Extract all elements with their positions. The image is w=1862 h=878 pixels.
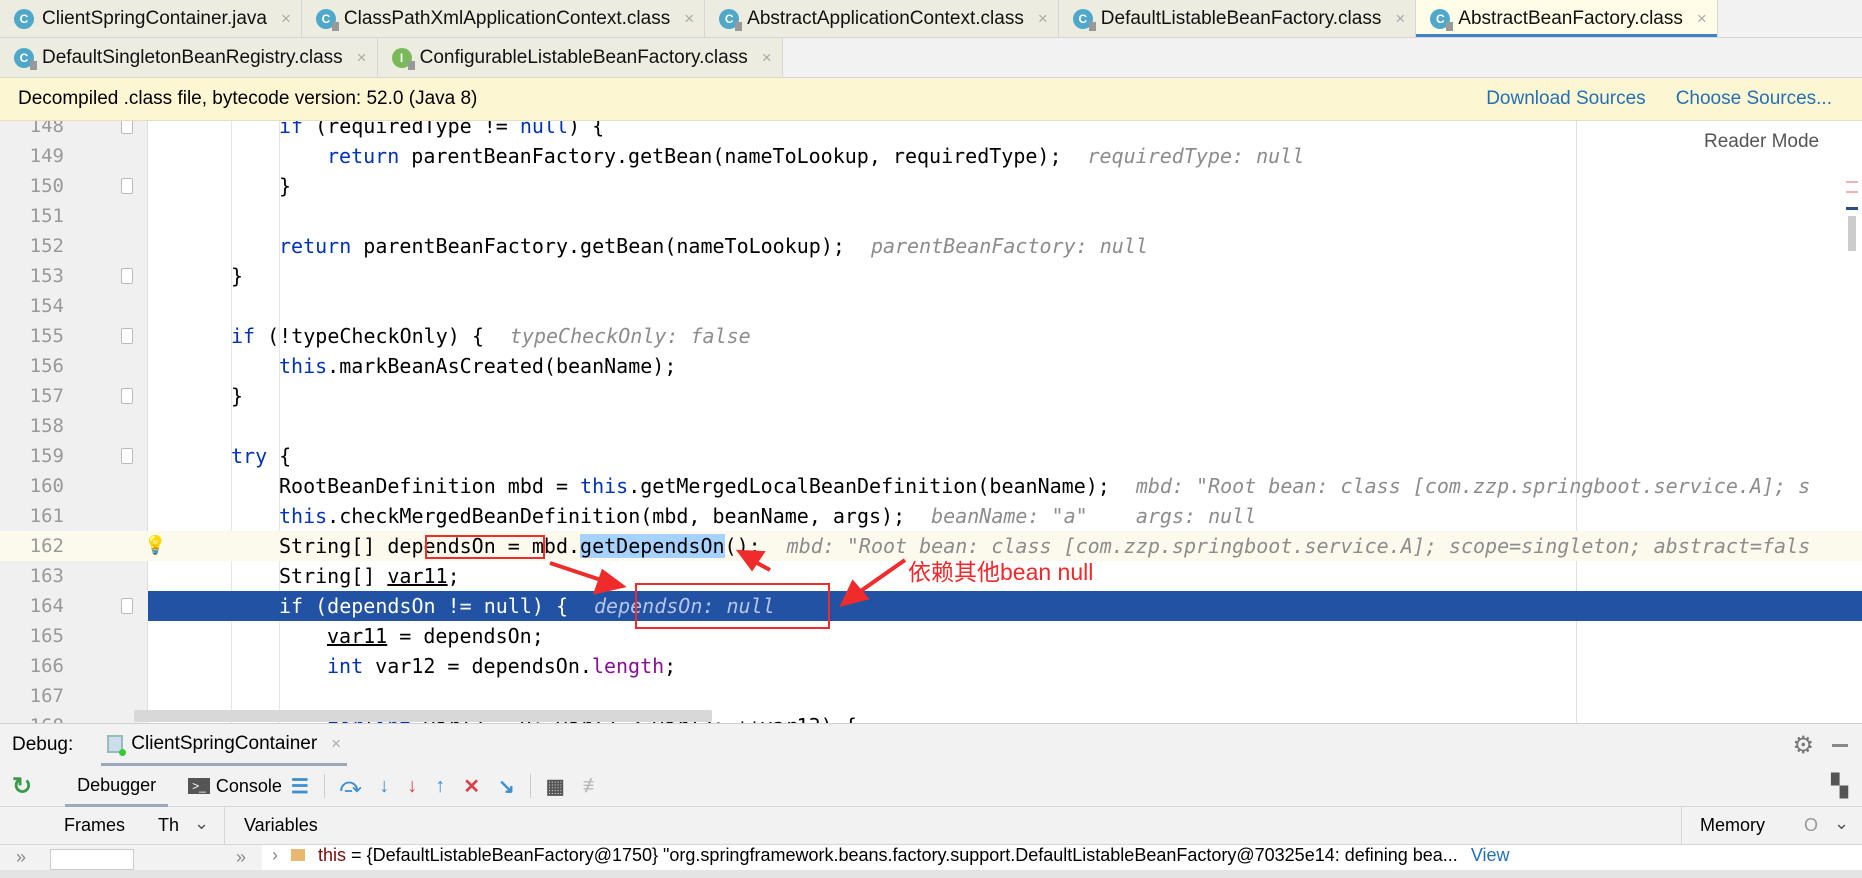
- show-execution-point-icon[interactable]: ☰: [291, 774, 309, 799]
- run-to-cursor-icon[interactable]: ↘: [498, 774, 515, 799]
- close-icon[interactable]: ×: [331, 734, 341, 754]
- frames-tab[interactable]: Frames: [64, 815, 125, 836]
- threads-tab[interactable]: Th: [158, 815, 179, 836]
- minimize-icon[interactable]: [1832, 743, 1848, 747]
- variable-value: {DefaultListableBeanFactory@1750} "org.s…: [366, 845, 1458, 865]
- variable-name: this: [318, 845, 347, 865]
- debug-header: Debug: ClientSpringContainer × ⚙: [0, 723, 1862, 766]
- force-step-into-icon[interactable]: ↓: [407, 775, 417, 798]
- chevron-down-icon[interactable]: ⌄: [1834, 813, 1849, 834]
- rerun-icon[interactable]: ↻: [12, 772, 32, 801]
- debug-session-label: ClientSpringContainer: [131, 732, 318, 754]
- variables-label: Variables: [244, 815, 318, 835]
- console-tab[interactable]: Console: [216, 776, 282, 797]
- memory-tab[interactable]: Memory: [1700, 815, 1765, 836]
- arrow-head: [839, 579, 870, 608]
- evaluate-expression-icon[interactable]: ▦: [546, 774, 565, 799]
- status-strip: [0, 870, 1862, 878]
- console-icon: >_: [188, 778, 210, 794]
- drop-frame-icon[interactable]: ✕: [463, 774, 480, 799]
- app-window-icon: [107, 734, 127, 756]
- trace-icon[interactable]: ≢: [583, 775, 603, 798]
- variables-row[interactable]: » » › this = {DefaultListableBeanFactory…: [0, 845, 1862, 870]
- chevron-down-icon[interactable]: ⌄: [194, 813, 209, 834]
- debug-label: Debug:: [12, 734, 74, 755]
- debugger-tab[interactable]: Debugger: [65, 766, 169, 807]
- variable-equals: =: [346, 845, 367, 865]
- arrow-head: [592, 568, 627, 595]
- arrow-to-null: [853, 558, 907, 597]
- debug-toolbar: ↻ Debugger >_ Console ☰ ⤼ ↓ ↓ ↑ ✕ ↘ ▦ ≢ …: [0, 766, 1862, 807]
- expand-icon[interactable]: »: [236, 847, 246, 868]
- overhead-tab[interactable]: O: [1804, 815, 1818, 836]
- step-out-icon[interactable]: ↑: [435, 775, 445, 798]
- debug-session-tab[interactable]: ClientSpringContainer ×: [101, 724, 348, 766]
- frame-item[interactable]: [50, 849, 134, 870]
- field-icon: [291, 849, 306, 861]
- step-into-icon[interactable]: ↓: [379, 775, 389, 798]
- view-link[interactable]: View: [1471, 845, 1510, 865]
- layout-icon[interactable]: ▚: [1831, 773, 1848, 799]
- step-over-icon[interactable]: ⤼: [340, 775, 361, 798]
- settings-gear-icon[interactable]: ⚙: [1792, 731, 1814, 760]
- debug-subpanels: Frames Th ⌄ Variables Memory O ⌄: [0, 807, 1862, 845]
- expand-icon[interactable]: »: [16, 847, 26, 868]
- tree-toggle-icon[interactable]: ›: [272, 845, 278, 865]
